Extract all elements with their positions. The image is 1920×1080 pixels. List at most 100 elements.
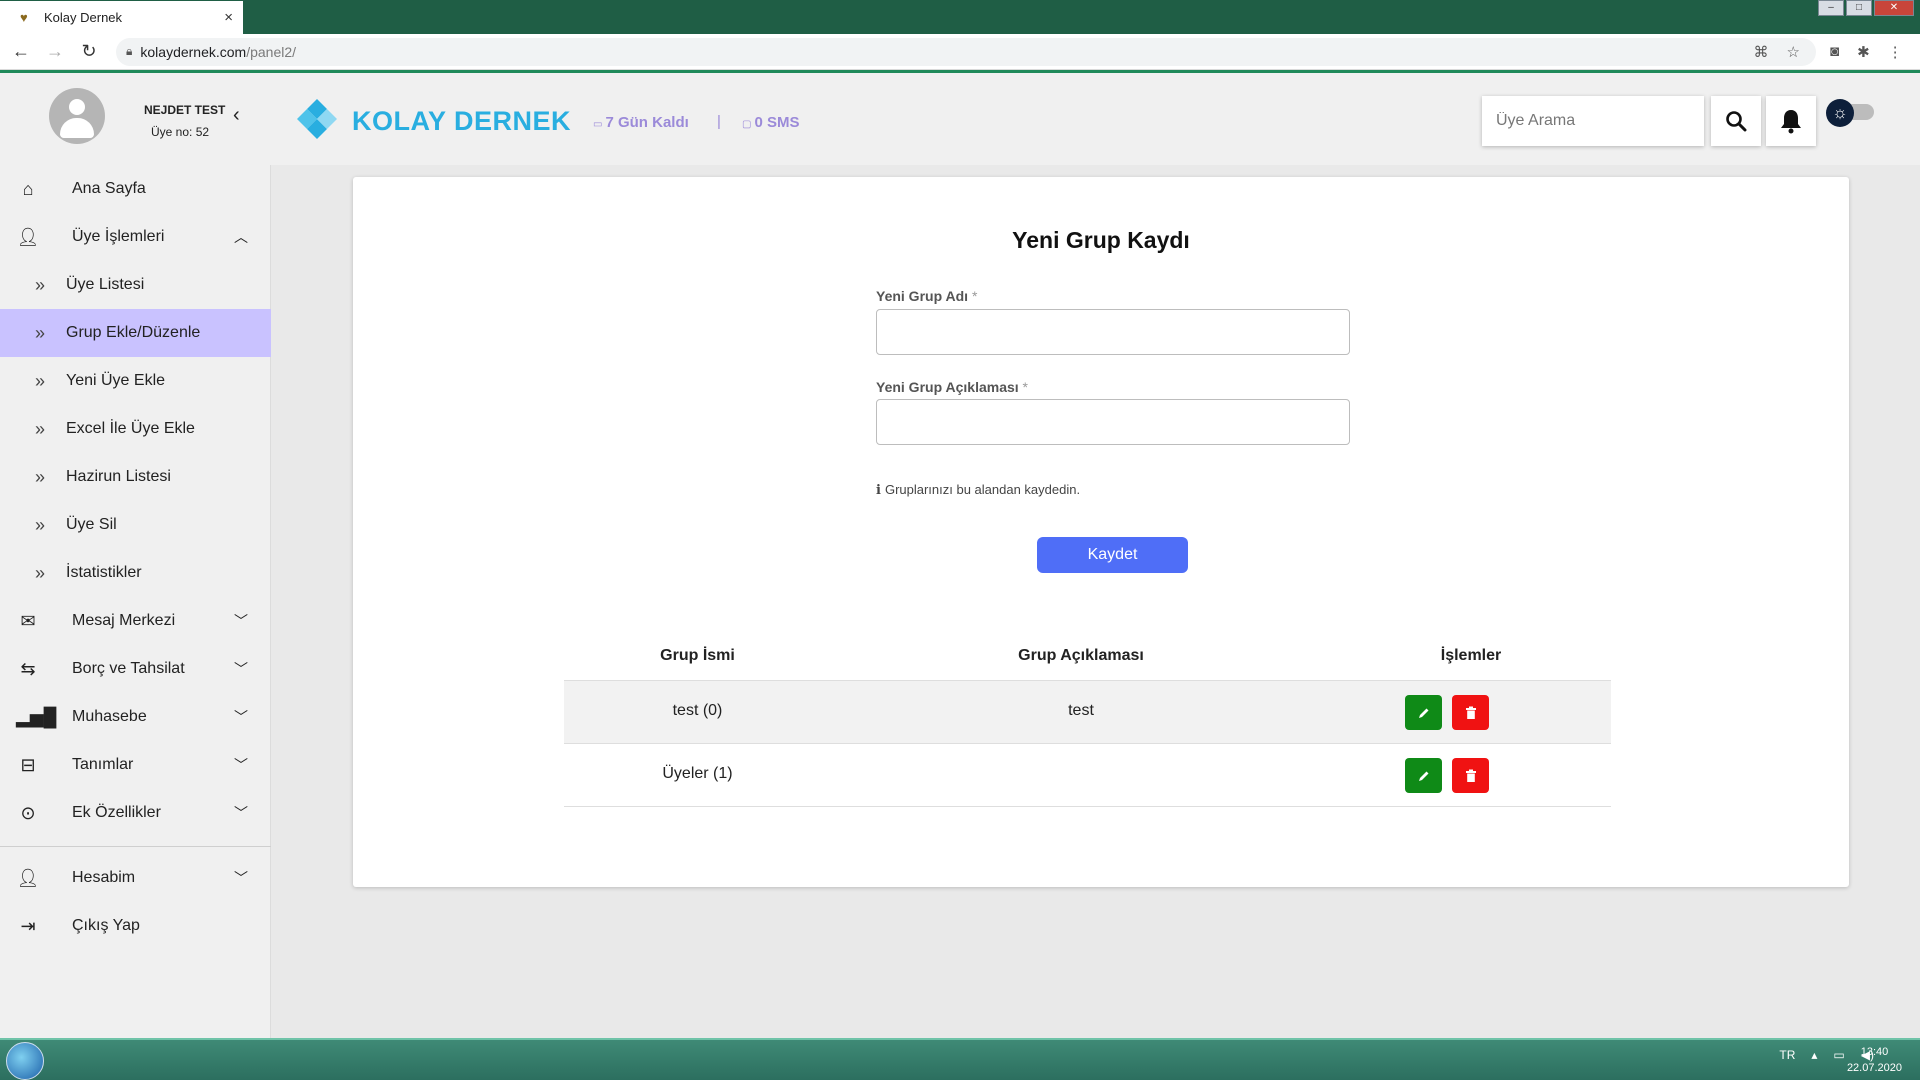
edit-group-button[interactable] (1405, 695, 1442, 730)
group-name-input[interactable] (876, 309, 1350, 355)
sidebar-item-label: Üye İşlemleri (72, 228, 165, 245)
sidebar-item-hesabim[interactable]: 👤︎ Hesabim ﹀ (0, 854, 271, 902)
avatar[interactable] (49, 88, 105, 144)
sidebar-subitem-uye-listesi[interactable]: » Üye Listesi (0, 261, 271, 309)
sidebar-divider (0, 846, 271, 847)
logout-icon: ⇥ (20, 915, 36, 936)
sidebar-subitem-uye-sil[interactable]: » Üye Sil (0, 501, 271, 549)
days-left-badge[interactable]: ▭ 7 Gün Kaldı (593, 114, 689, 131)
tray-expand-icon[interactable]: ▴ (1811, 1048, 1817, 1062)
calendar-icon: ▭ (593, 119, 603, 130)
table-row: test (0) test (564, 681, 1611, 744)
close-window-icon[interactable]: ✕ (1874, 0, 1914, 16)
edit-group-button[interactable] (1405, 758, 1442, 793)
address-bar[interactable]: 🔒︎ kolaydernek.com/panel2/ ⌘ ☆ (116, 37, 1816, 66)
double-chevron-right-icon: » (34, 418, 45, 439)
group-name-label-text: Yeni Grup Adı (876, 288, 969, 304)
sidebar-collapse-chevron-icon[interactable]: ‹ (233, 104, 240, 127)
sidebar-item-ana-sayfa[interactable]: ⌂ Ana Sayfa (0, 165, 271, 213)
sidebar-subitem-excel-ile-uye-ekle[interactable]: » Excel İle Üye Ekle (0, 405, 271, 453)
sidebar-item-muhasebe[interactable]: ▂▅█ Muhasebe ﹀ (0, 693, 271, 741)
sidebar-item-cikis-yap[interactable]: ⇥ Çıkış Yap (0, 902, 271, 950)
double-chevron-right-icon: » (34, 562, 45, 583)
sidebar-subitem-yeni-uye-ekle[interactable]: » Yeni Üye Ekle (0, 357, 271, 405)
chevron-down-icon: ﹀ (234, 661, 248, 677)
search-button[interactable] (1711, 96, 1761, 146)
double-chevron-right-icon: » (34, 514, 45, 535)
sidebar-item-label: Hazirun Listesi (66, 468, 171, 485)
system-clock[interactable]: 13:40 22.07.2020 (1847, 1044, 1902, 1076)
sun-icon: ☼ (1826, 99, 1854, 127)
bell-icon (1781, 110, 1801, 134)
sidebar-item-borc-ve-tahsilat[interactable]: ⇆ Borç ve Tahsilat ﹀ (0, 645, 271, 693)
sidebar-subitem-grup-ekle-duzenle[interactable]: » Grup Ekle/Düzenle (0, 309, 271, 357)
group-description-input[interactable] (876, 399, 1350, 445)
language-indicator[interactable]: TR (1779, 1048, 1795, 1062)
table-header: Grup İsmi Grup Açıklaması İşlemler (564, 647, 1611, 681)
sidebar-subitem-hazirun-listesi[interactable]: » Hazirun Listesi (0, 453, 271, 501)
pencil-icon (1418, 771, 1428, 781)
group-description-cell: test (1068, 702, 1094, 719)
sidebar-item-tanimlar[interactable]: ⊟ Tanımlar ﹀ (0, 741, 271, 789)
sidebar-item-label: Üye Sil (66, 516, 117, 533)
hint-text: Gruplarınızı bu alandan kaydedin. (884, 482, 1081, 497)
browser-menu-icon[interactable]: ⋮ (1888, 43, 1903, 61)
user-name: NEJDET TEST (144, 103, 226, 117)
translate-icon[interactable]: ⌘ (1754, 43, 1769, 61)
double-chevron-right-icon: » (34, 370, 45, 391)
chevron-down-icon: ﹀ (234, 709, 248, 725)
window-controls: – □ ✕ (1818, 0, 1914, 16)
network-icon[interactable]: ▭ (1833, 1048, 1844, 1062)
chevron-up-icon: ︿ (234, 229, 248, 245)
notifications-button[interactable] (1766, 96, 1816, 146)
url-path: /panel2/ (246, 43, 297, 60)
double-chevron-right-icon: » (34, 274, 45, 295)
sms-balance-badge[interactable]: ▢ 0 SMS (742, 114, 799, 131)
double-chevron-right-icon: » (34, 466, 45, 487)
pencil-icon (1418, 708, 1428, 718)
start-button[interactable] (6, 1042, 44, 1080)
sidebar-subitem-istatistikler[interactable]: » İstatistikler (0, 549, 271, 597)
app-header: NEJDET TEST Üye no: 52 ‹ KOLAY DERNEK ▭ 7… (0, 73, 1920, 165)
sidebar-item-label: Çıkış Yap (72, 917, 140, 934)
sidebar-item-label: Tanımlar (72, 756, 134, 773)
clock-date: 22.07.2020 (1846, 1062, 1902, 1074)
delete-group-button[interactable] (1452, 695, 1489, 730)
briefcase-icon: ⊟ (20, 754, 36, 775)
group-name-cell: Üyeler (1) (662, 765, 733, 782)
maximize-window-icon[interactable]: □ (1846, 0, 1872, 16)
member-search-input[interactable] (1482, 96, 1704, 146)
delete-group-button[interactable] (1452, 758, 1489, 793)
save-button[interactable]: Kaydet (1037, 537, 1188, 573)
camera-extension-icon[interactable]: ◙ (1830, 43, 1839, 61)
chevron-down-icon: ﹀ (234, 613, 248, 629)
required-mark: * (971, 288, 978, 304)
tab-close-button[interactable]: × (224, 9, 233, 26)
theme-toggle[interactable]: ☼ (1826, 99, 1876, 127)
sidebar-item-label: Yeni Üye Ekle (66, 372, 166, 389)
back-arrow-icon[interactable]: ← (8, 41, 34, 62)
chevron-down-icon: ﹀ (234, 870, 248, 886)
sidebar-item-mesaj-merkezi[interactable]: ✉ Mesaj Merkezi ﹀ (0, 597, 271, 645)
search-icon (1726, 111, 1747, 132)
reload-icon[interactable]: ↻ (76, 41, 102, 62)
browser-toolbar: ← → ↻ 🔒︎ kolaydernek.com/panel2/ ⌘ ☆ ◙ ✱… (0, 34, 1920, 70)
group-name-label: Yeni Grup Adı * (876, 288, 977, 304)
forward-arrow-icon[interactable]: → (42, 41, 68, 62)
lock-icon: 🔒︎ (126, 44, 133, 58)
browser-tab[interactable]: ♥ Kolay Dernek × (0, 1, 243, 34)
sidebar-item-label: Üye Listesi (66, 276, 145, 293)
bookmark-star-icon[interactable]: ☆ (1787, 43, 1800, 61)
chevron-down-icon: ﹀ (234, 805, 248, 821)
form-hint: i Gruplarınızı bu alandan kaydedin. (876, 482, 1080, 498)
transfer-icon: ⇆ (20, 658, 36, 679)
minimize-window-icon[interactable]: – (1818, 0, 1844, 16)
header-separator: | (717, 113, 721, 130)
sidebar-item-ek-ozellikler[interactable]: ⊙ Ek Özellikler ﹀ (0, 789, 271, 837)
table-row: Üyeler (1) (564, 744, 1611, 807)
group-description-label: Yeni Grup Açıklaması * (876, 379, 1028, 395)
sidebar-item-uye-islemleri[interactable]: 👤︎ Üye İşlemleri ︿ (0, 213, 271, 261)
extensions-puzzle-icon[interactable]: ✱ (1857, 43, 1870, 61)
home-icon: ⌂ (22, 178, 34, 199)
page-title: Yeni Grup Kaydı (1012, 227, 1190, 253)
